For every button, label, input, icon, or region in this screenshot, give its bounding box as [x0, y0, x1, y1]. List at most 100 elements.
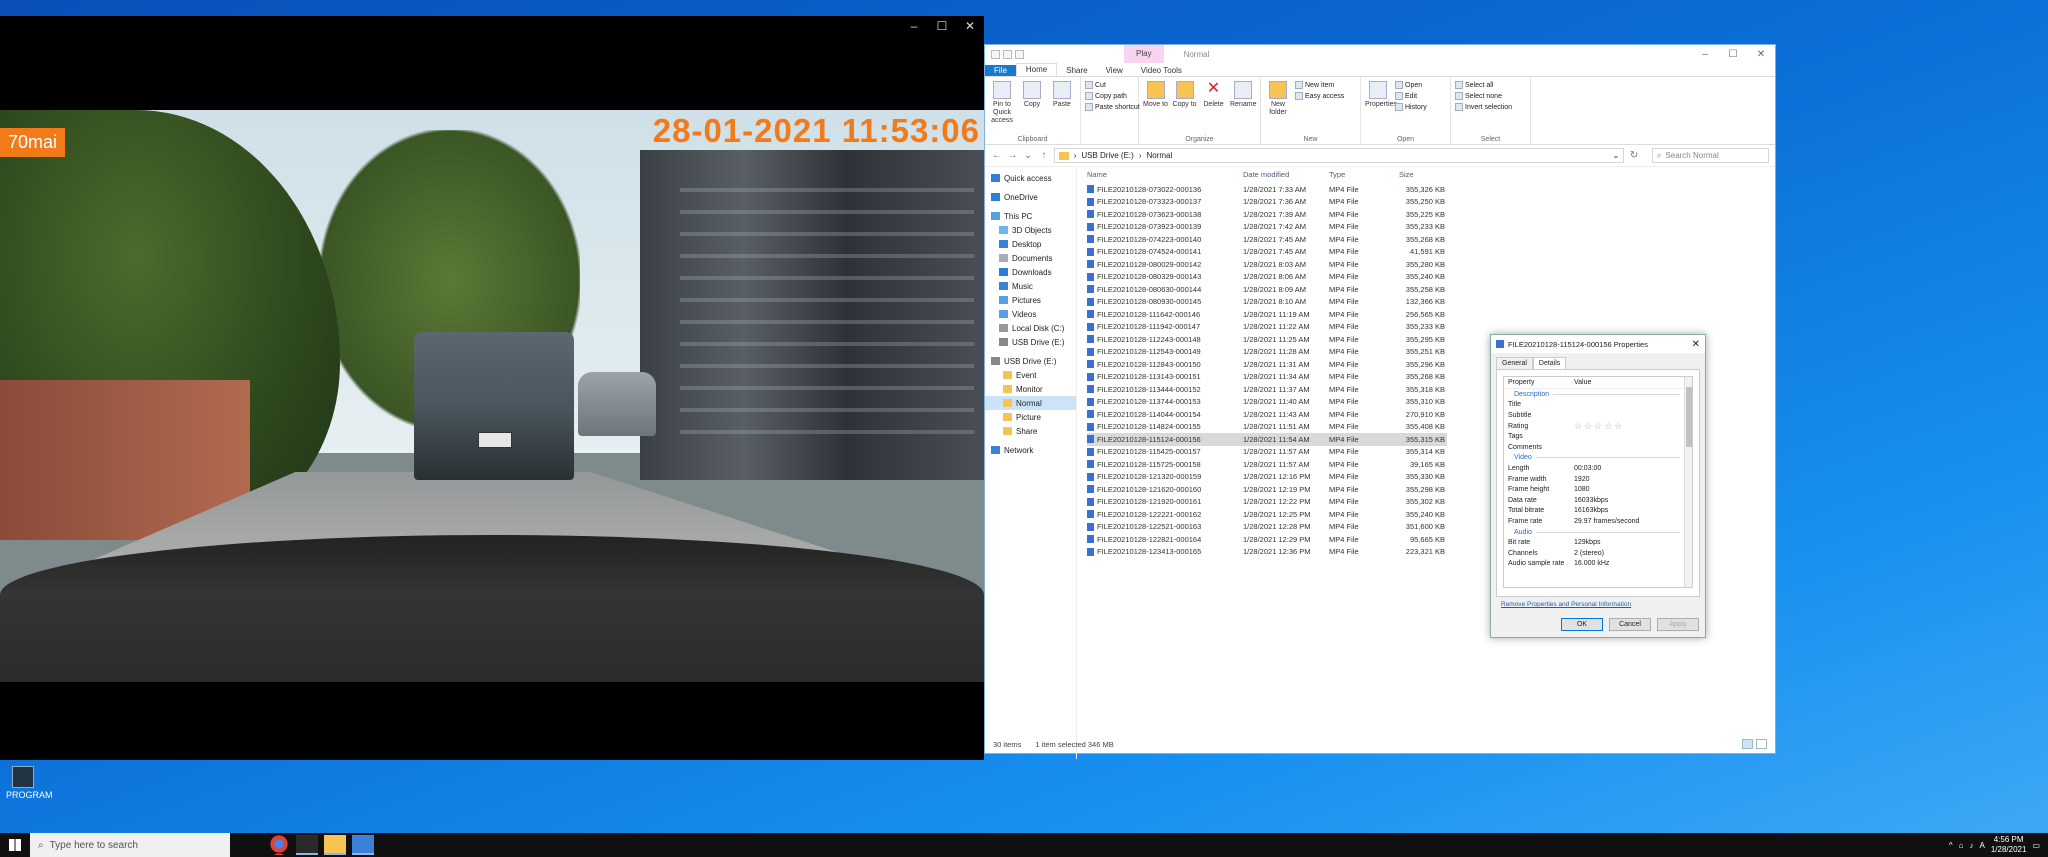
header-property[interactable]: Property [1504, 379, 1574, 386]
close-button[interactable]: ✕ [1747, 49, 1775, 60]
maximize-button[interactable]: ☐ [1719, 49, 1747, 60]
paste-button[interactable]: Paste [1049, 79, 1075, 142]
forward-arrow-icon[interactable]: → [1007, 150, 1019, 161]
tab-view[interactable]: View [1097, 65, 1132, 76]
new-folder-button[interactable]: New folder [1265, 79, 1291, 142]
large-icons-view-icon[interactable] [1756, 739, 1767, 749]
table-row[interactable]: FILE20210128-080329-000143 1/28/2021 8:06… [1087, 271, 1775, 284]
chevron-down-icon[interactable]: ⌄ [1022, 150, 1034, 161]
nav-desktop[interactable]: Desktop [985, 237, 1076, 251]
table-row[interactable]: FILE20210128-074223-000140 1/28/2021 7:45… [1087, 233, 1775, 246]
property-row[interactable]: Tags [1504, 431, 1692, 442]
property-row[interactable]: Audio sample rate 16.000 kHz [1504, 559, 1692, 570]
copy-button[interactable]: Copy [1019, 79, 1045, 142]
file-explorer-icon[interactable] [324, 835, 346, 855]
nav-this-pc[interactable]: This PC [985, 209, 1076, 223]
property-row[interactable]: Bit rate 129kbps [1504, 537, 1692, 548]
ok-button[interactable]: OK [1561, 618, 1603, 631]
refresh-icon[interactable]: ↻ [1628, 150, 1640, 161]
pin-quick-access-button[interactable]: Pin to Quick access [989, 79, 1015, 142]
task-view-icon[interactable] [240, 835, 262, 855]
nav-folder-share[interactable]: Share [985, 424, 1076, 438]
desktop-icon-program[interactable]: PROGRAM [6, 766, 53, 800]
table-row[interactable]: FILE20210128-073323-000137 1/28/2021 7:36… [1087, 196, 1775, 209]
tab-home[interactable]: Home [1015, 63, 1058, 76]
table-row[interactable]: FILE20210128-073923-000139 1/28/2021 7:42… [1087, 221, 1775, 234]
property-row[interactable]: Length 00:03:00 [1504, 463, 1692, 474]
property-row[interactable]: Channels 2 (stereo) [1504, 548, 1692, 559]
properties-button[interactable]: Properties [1365, 79, 1397, 142]
paste-shortcut-button[interactable]: Paste shortcut [1085, 103, 1140, 111]
nav-music[interactable]: Music [985, 279, 1076, 293]
edit-button[interactable]: Edit [1395, 92, 1427, 100]
rename-button[interactable]: Rename [1230, 79, 1256, 142]
nav-pictures[interactable]: Pictures [985, 293, 1076, 307]
properties-icon[interactable] [1003, 49, 1012, 59]
nav-local-disk[interactable]: Local Disk (C:) [985, 321, 1076, 335]
table-row[interactable]: FILE20210128-115124-000156 1/28/2021 11:5… [1087, 433, 1447, 446]
table-row[interactable]: FILE20210128-111642-000146 1/28/2021 11:1… [1087, 308, 1775, 321]
nav-quick-access[interactable]: Quick access [985, 171, 1076, 185]
input-language-icon[interactable]: A [1980, 841, 1985, 850]
up-arrow-icon[interactable]: ↑ [1038, 150, 1050, 161]
tab-file[interactable]: File [985, 65, 1016, 76]
nav-downloads[interactable]: Downloads [985, 265, 1076, 279]
table-row[interactable]: FILE20210128-080930-000145 1/28/2021 8:10… [1087, 296, 1775, 309]
tab-share[interactable]: Share [1057, 65, 1096, 76]
breadcrumb-usb-drive[interactable]: USB Drive (E:) [1081, 151, 1133, 160]
network-icon[interactable]: ⌂ [1959, 841, 1964, 850]
nav-documents[interactable]: Documents [985, 251, 1076, 265]
minimize-button[interactable]: – [1691, 49, 1719, 60]
video-frame[interactable]: 70mai 28-01-2021 11:53:06 [0, 110, 984, 682]
maximize-button[interactable]: ☐ [928, 16, 956, 36]
close-icon[interactable]: ✕ [1692, 339, 1700, 350]
chrome-icon[interactable] [268, 835, 290, 855]
select-none-button[interactable]: Select none [1455, 92, 1512, 100]
volume-icon[interactable]: ♪ [1970, 841, 1974, 850]
close-button[interactable]: ✕ [956, 16, 984, 36]
property-row[interactable]: Frame rate 29.97 frames/second [1504, 516, 1692, 527]
search-input[interactable]: ⌕ Search Normal [1651, 148, 1769, 163]
property-row[interactable]: Total bitrate 16163kbps [1504, 506, 1692, 517]
address-bar[interactable]: › USB Drive (E:) › Normal ⌄ [1053, 148, 1625, 163]
nav-folder-monitor[interactable]: Monitor [985, 382, 1076, 396]
column-date-modified[interactable]: Date modified [1243, 170, 1329, 179]
property-list[interactable]: Property Value Description Title Subtitle… [1503, 376, 1693, 588]
move-to-button[interactable]: Move to [1143, 79, 1168, 142]
folder-icon[interactable] [991, 49, 1000, 59]
breadcrumb-normal[interactable]: Normal [1146, 151, 1172, 160]
start-button[interactable] [0, 839, 30, 851]
tab-details[interactable]: Details [1532, 357, 1567, 369]
video-player-icon[interactable] [296, 835, 318, 855]
table-row[interactable]: FILE20210128-074524-000141 1/28/2021 7:45… [1087, 246, 1775, 259]
table-row[interactable]: FILE20210128-111942-000147 1/28/2021 11:2… [1087, 321, 1775, 334]
nav-onedrive[interactable]: OneDrive [985, 190, 1076, 204]
nav-folder-normal[interactable]: Normal [985, 396, 1076, 410]
vertical-scrollbar[interactable] [1684, 377, 1692, 587]
select-all-button[interactable]: Select all [1455, 81, 1512, 89]
notification-icon[interactable]: ▭ [2032, 841, 2040, 850]
nav-usb-drive-root[interactable]: USB Drive (E:) [985, 354, 1076, 368]
tab-general[interactable]: General [1496, 357, 1533, 369]
details-view-icon[interactable] [1742, 739, 1753, 749]
nav-videos[interactable]: Videos [985, 307, 1076, 321]
column-type[interactable]: Type [1329, 170, 1399, 179]
remove-properties-link[interactable]: Remove Properties and Personal Informati… [1491, 597, 1705, 612]
property-row[interactable]: Frame width 1920 [1504, 474, 1692, 485]
property-row[interactable]: Data rate 16033kbps [1504, 495, 1692, 506]
property-row[interactable]: Rating ☆☆☆☆☆ [1504, 421, 1692, 432]
easy-access-button[interactable]: Easy access [1295, 92, 1344, 100]
copy-path-button[interactable]: Copy path [1085, 92, 1140, 100]
table-row[interactable]: FILE20210128-073623-000138 1/28/2021 7:39… [1087, 208, 1775, 221]
nav-network[interactable]: Network [985, 443, 1076, 457]
property-row[interactable]: Subtitle [1504, 410, 1692, 421]
nav-folder-picture[interactable]: Picture [985, 410, 1076, 424]
cut-button[interactable]: Cut [1085, 81, 1140, 89]
delete-button[interactable]: ✕ Delete [1201, 79, 1226, 142]
apply-button[interactable]: Apply [1657, 618, 1699, 631]
tab-video-tools[interactable]: Video Tools [1132, 65, 1191, 76]
history-button[interactable]: History [1395, 103, 1427, 111]
nav-usb-drive[interactable]: USB Drive (E:) [985, 335, 1076, 349]
table-row[interactable]: FILE20210128-073022-000136 1/28/2021 7:33… [1087, 183, 1775, 196]
column-size[interactable]: Size [1399, 170, 1445, 179]
